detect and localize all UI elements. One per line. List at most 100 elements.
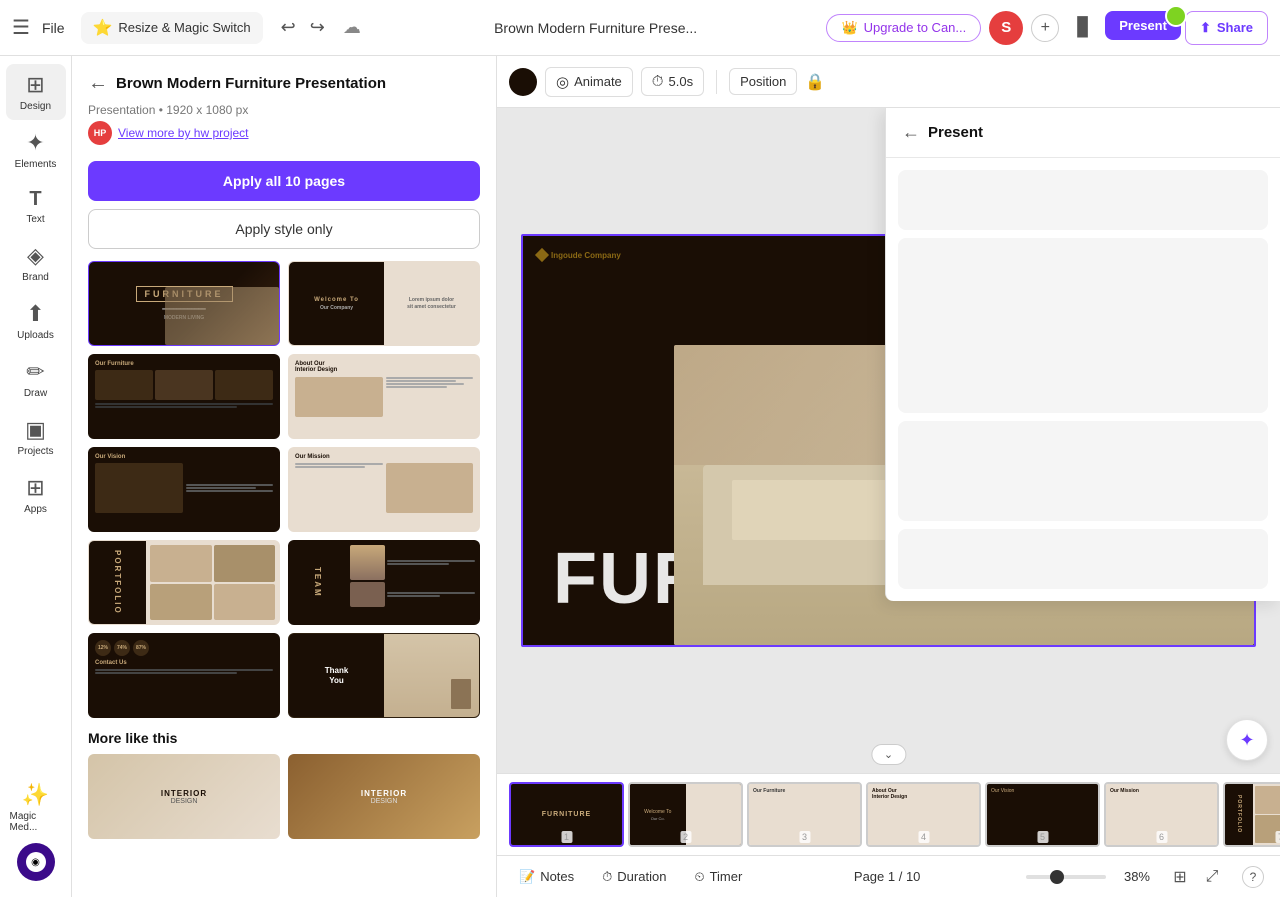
sidebar-item-brand[interactable]: ◈ Brand [6,235,66,291]
sidebar-item-projects[interactable]: ▣ Projects [6,409,66,465]
sidebar-item-text[interactable]: T Text [6,180,66,233]
lock-icon[interactable]: 🔒 [805,72,825,92]
user-avatar[interactable]: S [989,11,1023,45]
file-menu[interactable]: File [42,20,65,36]
page-num-7: 7 [1275,831,1280,843]
filmstrip-thumb-1[interactable]: FURNITURE 1 [509,782,624,847]
template-thumb-2[interactable]: Welcome To Our Company Lorem ipsum dolor… [288,261,480,346]
document-title[interactable]: Brown Modern Furniture Prese... [373,20,819,36]
help-button[interactable]: ? [1242,866,1264,888]
share-button[interactable]: ⬆ Share [1185,11,1268,45]
template-scroll-area[interactable]: FURNITURE ━━━━━━━━━━━━ MODERN LIVING Wel… [72,261,496,897]
template-thumb-8[interactable]: TEAM [288,540,480,625]
present-panel-header: ← Present [886,108,1280,158]
more-like-this-grid: INTERIOR DESIGN INTERIOR DESIGN [88,754,480,839]
template-thumb-5[interactable]: Our Vision [88,447,280,532]
magic-assist-button[interactable]: ✦ [1226,719,1268,761]
author-link[interactable]: View more by hw project [118,126,249,140]
present-back-button[interactable]: ← [902,122,920,143]
template-panel: ← Brown Modern Furniture Presentation Pr… [72,56,497,897]
template-thumb-6[interactable]: Our Mission [288,447,480,532]
filmstrip-thumb-7[interactable]: PORTFOLIO 7 [1223,782,1280,847]
present-option-3[interactable] [898,421,1268,521]
panel-title: Brown Modern Furniture Presentation [116,75,386,92]
animate-label: Animate [574,74,622,89]
panel-action-buttons: Apply all 10 pages Apply style only [72,161,496,261]
apply-all-button[interactable]: Apply all 10 pages [88,161,480,201]
present-option-4[interactable] [898,529,1268,589]
magic-switch-label: Resize & Magic Switch [118,20,250,35]
present-option-1[interactable] [898,170,1268,230]
panel-header: ← Brown Modern Furniture Presentation [72,56,496,103]
zoom-thumb[interactable] [1050,870,1064,884]
user-profile-button[interactable]: ◉ [17,843,55,881]
duration-button[interactable]: ⏱ 5.0s [641,67,704,96]
notes-button[interactable]: 📝 Notes [513,865,580,889]
position-button[interactable]: Position [729,68,797,95]
template-thumb-3[interactable]: Our Furniture [88,354,280,439]
undo-button[interactable]: ↩ [275,13,302,42]
author-badge: HP [88,121,112,145]
cloud-icon[interactable]: ☁ [343,17,361,38]
filmstrip-thumb-3[interactable]: Our Furniture 3 [747,782,862,847]
filmstrip-thumb-5[interactable]: Our Vision 5 [985,782,1100,847]
uploads-label: Uploads [17,330,54,341]
sidebar-item-apps[interactable]: ⊞ Apps [6,467,66,523]
analytics-icon[interactable]: ▊ [1067,11,1101,45]
apps-icon: ⊞ [26,475,44,501]
template-thumb-10[interactable]: ThankYou [288,633,480,718]
draw-icon: ✏ [26,359,44,385]
projects-label: Projects [17,446,53,457]
filmstrip-thumb-6[interactable]: Our Mission 6 [1104,782,1219,847]
color-picker[interactable] [509,68,537,96]
sidebar-item-uploads[interactable]: ⬆ Uploads [6,293,66,349]
page-num-1: 1 [561,831,572,843]
sidebar-item-draw[interactable]: ✏ Draw [6,351,66,407]
more-thumb-2[interactable]: INTERIOR DESIGN [288,754,480,839]
present-button[interactable]: Present [1105,11,1181,40]
zoom-slider[interactable] [1026,875,1106,879]
filmstrip-thumb-4[interactable]: About OurInterior Design 4 [866,782,981,847]
logo-text: Ingoude Company [551,251,621,260]
sidebar-item-elements[interactable]: ✦ Elements [6,122,66,178]
filmstrip-thumb-2[interactable]: Welcome To Our Co. 2 [628,782,743,847]
sidebar-item-magic-media[interactable]: ✨ Magic Med... [6,774,66,841]
sidebar-item-design[interactable]: ⊞ Design [6,64,66,120]
template-thumb-5-inner: Our Vision [89,448,279,531]
timer-label: Timer [710,869,743,884]
template-thumb-3-inner: Our Furniture [89,355,279,438]
template-thumb-10-inner: ThankYou [289,634,479,717]
elements-label: Elements [15,159,57,170]
elements-icon: ✦ [26,130,44,156]
sidebar: ⊞ Design ✦ Elements T Text ◈ Brand ⬆ Upl… [0,56,72,897]
hide-panel-button[interactable]: ⌄ [871,744,906,765]
apply-style-button[interactable]: Apply style only [88,209,480,249]
add-account-button[interactable]: + [1031,14,1059,42]
animate-button[interactable]: ◎ Animate [545,67,633,97]
menu-icon[interactable]: ☰ [12,15,30,40]
grid-view-button[interactable]: ⊞ [1166,863,1194,891]
template-thumb-6-inner: Our Mission [289,448,479,531]
more-thumb-1[interactable]: INTERIOR DESIGN [88,754,280,839]
template-thumb-8-inner: TEAM [289,541,479,624]
present-option-2[interactable] [898,238,1268,413]
redo-button[interactable]: ↪ [304,13,331,42]
page-num-4: 4 [918,831,929,843]
fullscreen-button[interactable]: ⤢ [1198,863,1226,891]
star-icon: ⭐ [93,18,113,38]
magic-media-icon: ✨ [22,782,49,808]
template-thumb-4[interactable]: About OurInterior Design [288,354,480,439]
slide-logo: Ingoude Company [537,250,621,260]
panel-back-button[interactable]: ← [88,72,108,95]
page-num-6: 6 [1156,831,1167,843]
duration-button[interactable]: ⏱ Duration [596,865,672,889]
design-label: Design [20,101,51,112]
template-thumb-1[interactable]: FURNITURE ━━━━━━━━━━━━ MODERN LIVING [88,261,280,346]
upgrade-button[interactable]: 👑 Upgrade to Can... [826,14,981,42]
template-thumb-9[interactable]: 12% 74% 87% Contact Us [88,633,280,718]
page-num-5: 5 [1037,831,1048,843]
magic-switch-button[interactable]: ⭐ Resize & Magic Switch [81,12,263,44]
template-thumb-7[interactable]: PORTFOLIO [88,540,280,625]
timer-button[interactable]: ⏲ Timer [688,865,748,889]
view-mode-icons: ⊞ ⤢ [1166,863,1226,891]
